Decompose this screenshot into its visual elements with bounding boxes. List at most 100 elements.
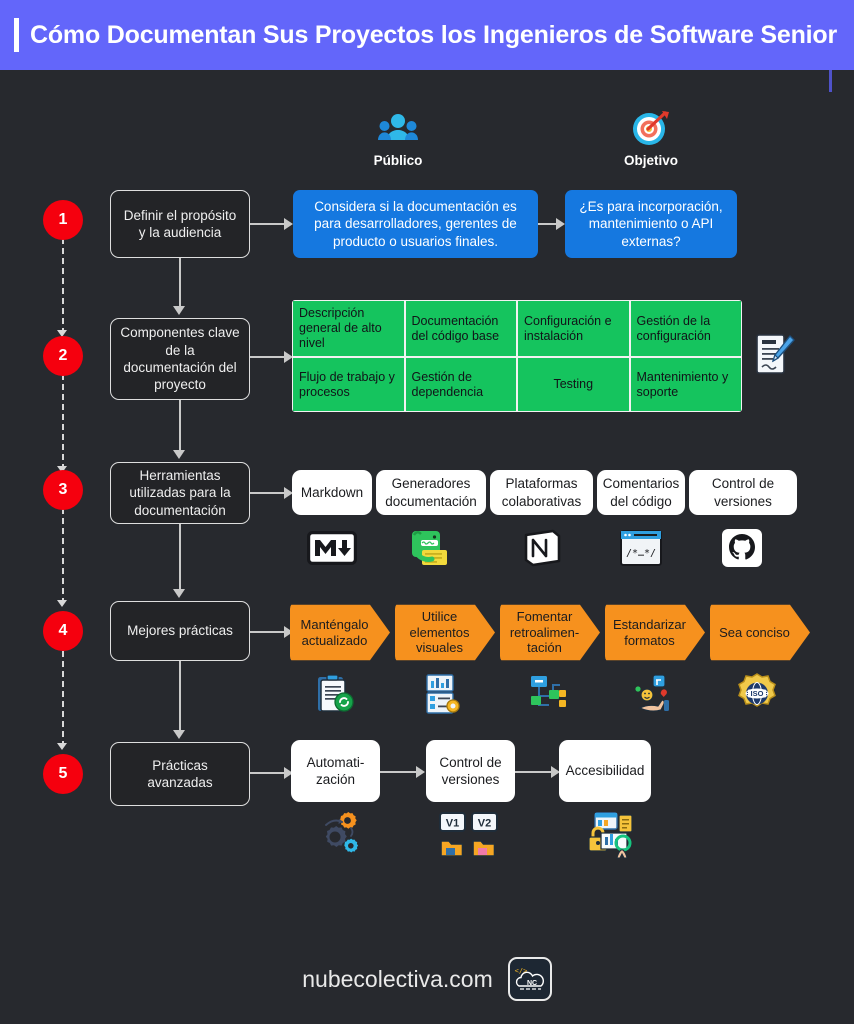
markdown-logo-icon [306, 527, 358, 569]
row2-connector-line [250, 356, 286, 358]
tool-box-control-versiones[interactable]: Control de versiones [689, 470, 797, 515]
stage-connector-2-3 [179, 400, 181, 452]
step-connector-arrow-3 [57, 600, 67, 607]
step-number: 4 [58, 622, 68, 639]
step-number: 2 [58, 347, 68, 364]
grid-cell[interactable]: Gestión de dependencia [405, 358, 516, 411]
column-header-publico: Público [338, 108, 458, 168]
grid-cell[interactable]: Documentación del código base [405, 301, 516, 356]
practice-chevron-3[interactable]: Fomentar retroalimen-tación [500, 604, 600, 661]
column-header-objetivo: Objetivo [591, 108, 711, 168]
row5-connector-line [250, 772, 286, 774]
stage-label: Componentes clave de la documentación de… [120, 325, 240, 393]
row3-connector-line [250, 492, 286, 494]
stage-connector-1-2 [179, 258, 181, 308]
stage-box-2[interactable]: Componentes clave de la documentación de… [110, 318, 250, 400]
mkdocs-gator-icon [407, 527, 455, 569]
target-dart-icon [591, 108, 711, 148]
practice-chevron-2[interactable]: Utilice elementos visuales [395, 604, 495, 661]
people-group-icon [338, 108, 458, 148]
tool-label: Markdown [300, 484, 364, 500]
page-header: Cómo Documentan Sus Proyectos los Ingeni… [0, 0, 854, 70]
practice-label: Utilice elementos visuales [409, 608, 470, 656]
version-files-icon: V1 V2 [437, 810, 503, 860]
row1-connector-arrow [284, 218, 293, 230]
footer: nubecolectiva.com </> NC [0, 948, 854, 1010]
stage-box-1[interactable]: Definir el propósito y la audiencia [110, 190, 250, 258]
tool-box-comentarios[interactable]: Comentarios del código [597, 470, 685, 515]
tool-label: Control de versiones [711, 476, 775, 509]
tool-label: Comentarios del código [602, 476, 680, 509]
practice-chevron-5[interactable]: Sea conciso [710, 604, 810, 661]
practice-label: Estandarizar formatos [613, 616, 686, 648]
grid-cell[interactable]: Testing [518, 358, 629, 411]
stage-connector-arrow-1-2 [173, 306, 185, 315]
tool-box-generadores[interactable]: Generadores documentación [376, 470, 486, 515]
advanced-box-automatizacion[interactable]: Automati-zación [291, 740, 380, 802]
step-connector-dash-1 [62, 238, 64, 334]
row1-box-text: ¿Es para incorporación, mantenimiento o … [579, 198, 723, 249]
row1-box-objetivo[interactable]: ¿Es para incorporación, mantenimiento o … [565, 190, 737, 258]
practice-chevron-1[interactable]: Manténgalo actualizado [290, 604, 390, 661]
grid-cell[interactable]: Mantenimiento y soporte [630, 358, 741, 411]
advanced-box-accesibilidad[interactable]: Accesibilidad [559, 740, 651, 802]
stage-box-3[interactable]: Herramientas utilizadas para la document… [110, 462, 250, 524]
stage-label: Herramientas utilizadas para la document… [129, 468, 231, 518]
step-marker-5: 5 [43, 754, 83, 794]
step-marker-2: 2 [43, 336, 83, 376]
step-connector-arrow-4 [57, 743, 67, 750]
clipboard-refresh-icon [312, 671, 358, 717]
advanced-label: Accesibilidad [565, 763, 645, 779]
stage-connector-arrow-4-5 [173, 730, 185, 739]
row1-box-link-arrow [556, 218, 565, 230]
row4-connector-line [250, 631, 286, 633]
tool-box-plataformas[interactable]: Plataformas colaborativas [490, 470, 593, 515]
stage-label: Mejores prácticas [127, 623, 233, 639]
grid-cell[interactable]: Gestión de la configuración [630, 301, 741, 356]
stage-connector-arrow-3-4 [173, 589, 185, 598]
stage-label: Prácticas avanzadas [147, 757, 213, 790]
step-marker-3: 3 [43, 470, 83, 510]
stage-box-4[interactable]: Mejores prácticas [110, 601, 250, 661]
brand-name: nubecolectiva.com [302, 965, 493, 992]
page-title: Cómo Documentan Sus Proyectos los Ingeni… [30, 20, 838, 49]
svg-text:V2: V2 [478, 818, 491, 830]
tool-label: Plataformas colaborativas [501, 476, 582, 509]
advanced-label: Automati-zación [306, 754, 365, 787]
practice-label: Manténgalo actualizado [300, 616, 369, 648]
svg-text:ISO: ISO [751, 689, 764, 698]
step-connector-dash-4 [62, 651, 64, 747]
stage-connector-arrow-2-3 [173, 450, 185, 459]
tool-box-markdown[interactable]: Markdown [292, 470, 372, 515]
column-header-label: Objetivo [623, 153, 678, 168]
advanced-label: Control de versiones [439, 754, 502, 787]
stage-box-5[interactable]: Prácticas avanzadas [110, 742, 250, 806]
step-number: 1 [58, 211, 68, 228]
step-marker-4: 4 [43, 611, 83, 651]
accessibility-secure-doc-icon [580, 810, 638, 864]
nubecolectiva-logo-icon: </> NC [507, 957, 552, 1001]
row1-box-publico[interactable]: Considera si la documentación es para de… [293, 190, 538, 258]
row5-link-line-1 [380, 771, 418, 773]
flowchart-nodes-icon [526, 671, 572, 717]
grid-cell[interactable]: Flujo de trabajo y procesos [293, 358, 404, 411]
step-number: 3 [58, 481, 68, 498]
header-right-accent-mark [829, 70, 832, 92]
tool-label: Generadores documentación [385, 476, 477, 509]
advanced-box-control-versiones[interactable]: Control de versiones [426, 740, 515, 802]
grid-cell[interactable]: Descripción general de alto nivel [293, 301, 404, 356]
practice-label: Fomentar retroalimen-tación [509, 608, 580, 656]
gears-automation-icon [310, 810, 362, 860]
iso-badge-icon: ISO [734, 671, 780, 717]
row1-connector-line [250, 223, 286, 225]
svg-text:NC: NC [527, 980, 537, 987]
code-comment-window-icon: /*…*/ [618, 527, 664, 569]
grid-cell[interactable]: Configuración e instalación [518, 301, 629, 356]
stage-connector-4-5 [179, 661, 181, 732]
practice-chevron-4[interactable]: Estandarizar formatos [605, 604, 705, 661]
notion-logo-icon [520, 527, 564, 569]
stage-connector-3-4 [179, 524, 181, 591]
document-pen-icon [752, 330, 798, 382]
row5-link-arrow-1 [416, 766, 425, 778]
header-accent-bar [14, 18, 19, 52]
